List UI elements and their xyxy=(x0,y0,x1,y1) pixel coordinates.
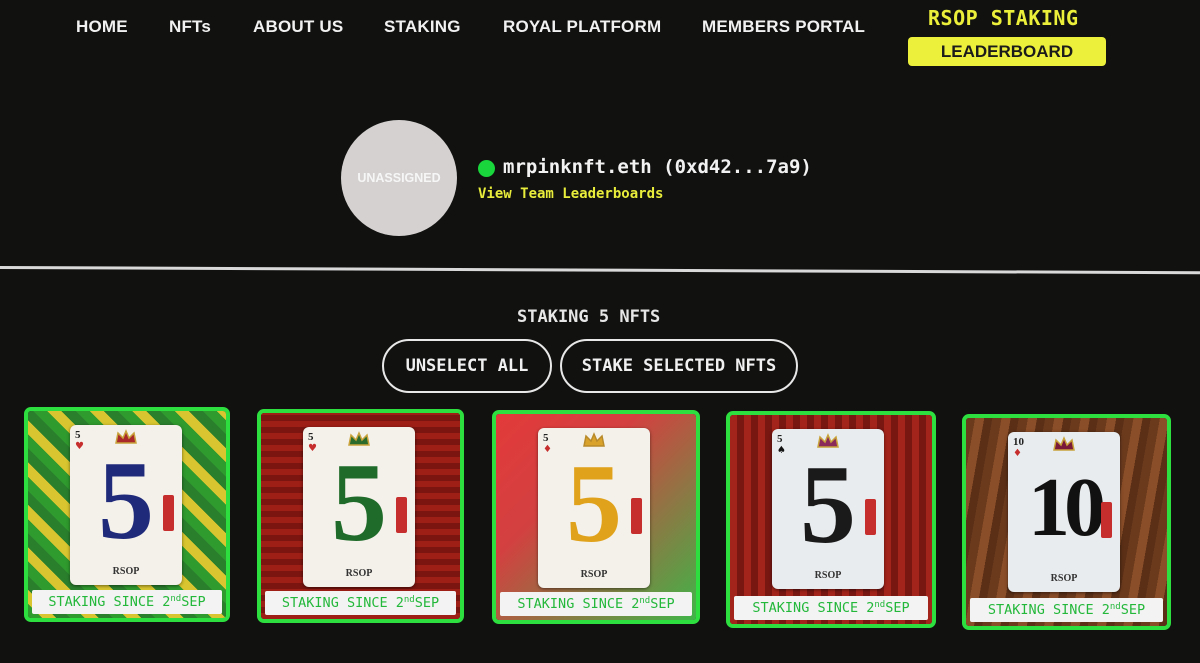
caption-month: SEP xyxy=(650,596,675,612)
caption-text: STAKING SINCE 2 xyxy=(987,602,1110,618)
staking-count-heading: STAKING 5 NFTS xyxy=(517,307,661,327)
caption-ordinal: nd xyxy=(1109,602,1121,612)
card-brand: RSOP xyxy=(112,566,140,577)
caption-text: STAKING SINCE 2 xyxy=(517,596,640,612)
card-brand: RSOP xyxy=(580,569,608,580)
card-brand: RSOP xyxy=(814,570,842,581)
card-rank-corner: 5 xyxy=(777,433,783,445)
avatar: UNASSIGNED xyxy=(341,120,457,236)
leaderboard-button[interactable]: LEADERBOARD xyxy=(908,37,1106,66)
playing-card-image: 5 ♦ 5 RSOP xyxy=(538,428,650,588)
nft-card[interactable]: 10 ♦ 10 RSOP STAKING SINCE 2nd SEP xyxy=(962,414,1171,630)
nav-nfts[interactable]: NFTs xyxy=(169,17,211,37)
caption-text: STAKING SINCE 2 xyxy=(281,595,404,611)
wallet-address: mrpinknft.eth (0xd42...7a9) xyxy=(503,156,812,178)
caption-text: STAKING SINCE 2 xyxy=(48,594,171,610)
nft-card[interactable]: 5 ♦ 5 RSOP STAKING SINCE 2nd SEP xyxy=(492,410,700,624)
caption-ordinal: nd xyxy=(639,596,651,606)
section-divider xyxy=(0,266,1200,275)
staking-since-caption: STAKING SINCE 2nd SEP xyxy=(265,591,456,615)
card-brand: RSOP xyxy=(345,568,373,579)
nft-card[interactable]: 5 ♥ 5 RSOP STAKING SINCE 2nd SEP xyxy=(24,407,230,622)
playing-card-image: 10 ♦ 10 RSOP xyxy=(1008,432,1120,592)
nav-royal-platform[interactable]: ROYAL PLATFORM xyxy=(503,17,661,37)
card-tag xyxy=(865,499,876,535)
nft-card[interactable]: 5 ♥ 5 RSOP STAKING SINCE 2nd SEP xyxy=(257,409,464,623)
playing-card-image: 5 ♥ 5 RSOP xyxy=(70,425,182,585)
nft-card[interactable]: 5 ♠ 5 RSOP STAKING SINCE 2nd SEP xyxy=(726,411,936,628)
staking-since-caption: STAKING SINCE 2nd SEP xyxy=(970,598,1163,622)
staking-since-caption: STAKING SINCE 2nd SEP xyxy=(500,592,692,616)
top-nav: HOME NFTs ABOUT US STAKING ROYAL PLATFOR… xyxy=(0,0,1200,80)
crown-icon xyxy=(1053,436,1075,451)
view-team-leaderboards-link[interactable]: View Team Leaderboards xyxy=(478,186,663,202)
card-rank-corner: 5 xyxy=(75,429,81,441)
caption-month: SEP xyxy=(1120,602,1146,618)
caption-ordinal: nd xyxy=(874,600,886,610)
card-rank-corner: 5 xyxy=(543,432,549,444)
stake-selected-button[interactable]: STAKE SELECTED NFTS xyxy=(560,339,798,393)
caption-text: STAKING SINCE 2 xyxy=(752,600,875,616)
card-rank-corner: 5 xyxy=(308,431,314,443)
playing-card-image: 5 ♠ 5 RSOP xyxy=(772,429,884,589)
card-tag xyxy=(631,498,642,534)
caption-month: SEP xyxy=(181,594,206,610)
card-tag xyxy=(163,495,174,531)
nav-about-us[interactable]: ABOUT US xyxy=(253,17,343,37)
staking-since-caption: STAKING SINCE 2nd SEP xyxy=(734,596,928,620)
staking-since-caption: STAKING SINCE 2nd SEP xyxy=(32,590,222,614)
caption-month: SEP xyxy=(414,595,440,611)
online-status-dot xyxy=(478,160,495,177)
card-tag xyxy=(396,497,407,533)
caption-ordinal: nd xyxy=(170,594,182,604)
rsop-staking-title[interactable]: RSOP STAKING xyxy=(928,6,1079,30)
card-rank-corner: 10 xyxy=(1013,436,1024,448)
nav-staking[interactable]: STAKING xyxy=(384,17,461,37)
nav-home[interactable]: HOME xyxy=(76,17,128,37)
caption-month: SEP xyxy=(885,600,910,616)
nav-members-portal[interactable]: MEMBERS PORTAL xyxy=(702,17,865,37)
playing-card-image: 5 ♥ 5 RSOP xyxy=(303,427,415,587)
card-tag xyxy=(1101,502,1112,538)
card-brand: RSOP xyxy=(1050,573,1078,584)
unselect-all-button[interactable]: UNSELECT ALL xyxy=(382,339,552,393)
caption-ordinal: nd xyxy=(403,595,415,605)
